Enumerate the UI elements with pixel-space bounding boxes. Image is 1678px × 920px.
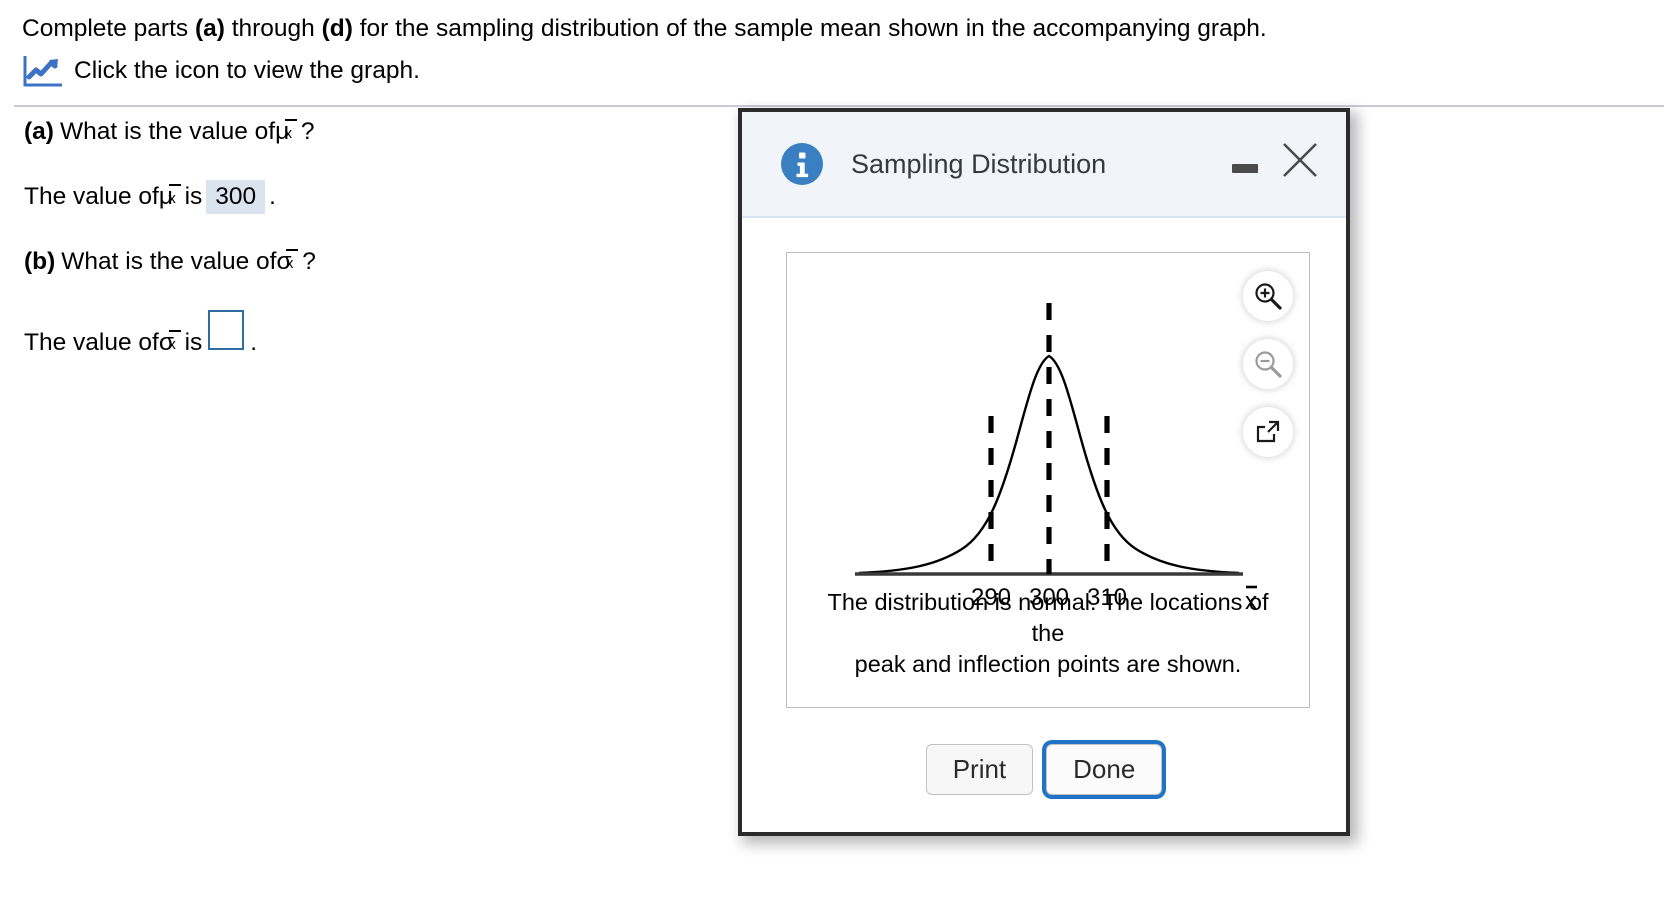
stem-text-part2: through: [224, 15, 322, 42]
part-a-answer-pre: The value of: [24, 183, 159, 210]
graph-toolbar: [1243, 271, 1293, 457]
part-b-answer-mid: is: [184, 329, 203, 356]
info-circle-icon: [781, 143, 823, 185]
sigma-xbar-symbol-2: σx: [159, 329, 185, 357]
part-b-text: What is the value of: [61, 248, 277, 275]
dialog-title: Sampling Distribution: [851, 148, 1107, 179]
xbar-sub-4: x: [168, 336, 176, 354]
graph-panel: 290 300 310 x The distribution is normal…: [786, 252, 1310, 708]
view-graph-link[interactable]: Click the icon to view the graph.: [74, 57, 420, 85]
dialog-body: 290 300 310 x The distribution is normal…: [742, 218, 1346, 778]
part-a-answer: The value of μx is 300 .: [24, 180, 724, 214]
overbar-4: [168, 329, 181, 332]
mu-xbar-symbol: μx: [275, 118, 301, 146]
section-divider: [14, 105, 1664, 107]
line-chart-icon[interactable]: [22, 54, 64, 88]
footer-button-group: Print Done: [742, 744, 1346, 795]
part-b-question: (b) What is the value of σx ?: [24, 248, 724, 276]
parts-panel: (a) What is the value of μx ? The value …: [24, 118, 724, 391]
part-b-answer-period: .: [250, 329, 258, 356]
part-a-answer-value[interactable]: 300: [206, 180, 266, 214]
part-a-label: (a): [24, 118, 54, 145]
part-b-answer-pre: The value of: [24, 329, 159, 356]
graph-caption: The distribution is normal. The location…: [809, 587, 1287, 680]
part-b-label: (b): [24, 248, 56, 275]
close-x-icon[interactable]: [1276, 136, 1324, 184]
part-a-answer-mid: is: [184, 183, 203, 210]
part-a-qmark: ?: [300, 118, 315, 145]
xbar-sub-3: x: [285, 255, 294, 273]
page-root: Complete parts (a) through (d) for the s…: [0, 0, 1678, 920]
pop-out-icon[interactable]: [1243, 407, 1293, 457]
caption-line-1: The distribution is normal. The location…: [827, 589, 1269, 646]
overbar-3: [286, 248, 299, 251]
mu-xbar-symbol-2: μx: [159, 183, 185, 211]
minimize-icon[interactable]: [1232, 164, 1258, 173]
stem-text-part1: Complete parts: [22, 15, 195, 42]
part-a-answer-period: .: [269, 183, 276, 210]
zoom-out-icon[interactable]: [1243, 339, 1293, 389]
stem-bold-a: (a): [194, 15, 225, 42]
part-b-answer-input[interactable]: [208, 310, 245, 350]
dialog-header: Sampling Distribution: [742, 112, 1346, 218]
problem-stem: Complete parts (a) through (d) for the s…: [22, 12, 1422, 88]
part-a-question: (a) What is the value of μx ?: [24, 118, 724, 146]
stem-text-part3: for the sampling distribution of the sam…: [352, 15, 1267, 42]
sampling-distribution-dialog: Sampling Distribution 290 300 310 x The …: [738, 108, 1350, 836]
done-button[interactable]: Done: [1046, 744, 1163, 795]
part-a-text: What is the value of: [59, 118, 276, 145]
problem-statement: Complete parts (a) through (d) for the s…: [22, 12, 1422, 46]
part-b-answer: The value of σx is .: [24, 310, 724, 357]
stem-bold-d: (d): [321, 15, 353, 42]
part-b-qmark: ?: [302, 248, 316, 275]
xbar-sub-2: x: [168, 190, 176, 208]
zoom-in-icon[interactable]: [1243, 271, 1293, 321]
view-graph-line: Click the icon to view the graph.: [22, 54, 1422, 88]
xbar-sub: x: [284, 125, 293, 143]
print-button[interactable]: Print: [925, 744, 1034, 795]
overbar-2: [168, 183, 181, 186]
caption-line-2: peak and inflection points are shown.: [854, 651, 1242, 677]
dialog-footer: Print Done: [742, 744, 1346, 836]
overbar: [285, 118, 297, 121]
sigma-xbar-symbol: σx: [276, 248, 302, 276]
